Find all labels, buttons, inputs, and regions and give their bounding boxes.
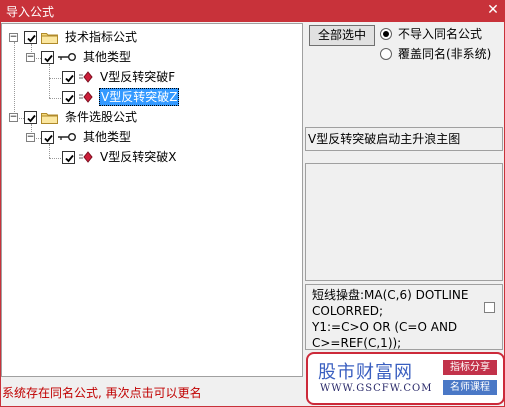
tree-line (49, 78, 61, 79)
checkbox-checked-icon[interactable] (62, 70, 75, 84)
code-line: COLORRED; (312, 304, 384, 318)
watermark-site-name: 股市财富网 (318, 362, 413, 383)
radio-label: 不导入同名公式 (398, 27, 483, 41)
tree-node-other-types[interactable]: − 其他类型 (26, 48, 132, 66)
tree-node-label: 其他类型 (83, 50, 132, 64)
tree-node-formula-z[interactable]: V型反转突破Z (62, 88, 180, 106)
folder-icon (41, 112, 58, 124)
tree-node-label-selected: V型反转突破Z (99, 88, 180, 106)
checkbox-checked-icon[interactable] (24, 30, 37, 44)
checkbox-checked-icon[interactable] (41, 50, 54, 64)
tree-node-label: 条件选股公式 (65, 110, 138, 124)
radio-skip-same-name[interactable]: 不导入同名公式 (380, 25, 482, 42)
watermark-url: WWW.GSCFW.COM (320, 383, 433, 394)
tree-line (49, 158, 61, 159)
expander-minus-icon[interactable]: − (9, 112, 18, 122)
tree-node-stock-selection[interactable]: − 条件选股公式 (9, 108, 138, 126)
expander-minus-icon[interactable]: − (9, 32, 18, 42)
tree-node-label: V型反转突破X (100, 150, 177, 164)
radio-overwrite-same-name[interactable]: 覆盖同名(非系统) (380, 45, 491, 62)
tree-line (49, 98, 61, 99)
tree-node-formula-f[interactable]: V型反转突破F (62, 68, 176, 86)
radio-button-checked[interactable] (380, 27, 392, 40)
radio-button[interactable] (380, 47, 392, 60)
window-title: 导入公式 (6, 5, 55, 19)
watermark-tag-courses: 名师课程 (443, 380, 497, 395)
watermark-banner: 股市财富网 WWW.GSCFW.COM 指标分享 名师课程 (306, 352, 505, 405)
tree-node-formula-x[interactable]: V型反转突破X (62, 148, 177, 166)
formula-code-panel[interactable]: 短线操盘:MA(C,6) DOTLINE COLORRED; Y1:=C>O O… (305, 284, 503, 350)
checkbox-checked-icon[interactable] (62, 150, 75, 164)
key-icon (58, 53, 76, 61)
tree-line (49, 64, 50, 98)
tree-node-label: 其他类型 (83, 130, 132, 144)
folder-icon (41, 32, 58, 44)
watermark-tag-indicators: 指标分享 (443, 360, 497, 375)
expander-minus-icon[interactable]: − (26, 52, 35, 62)
tree-line (14, 42, 15, 118)
key-icon (58, 133, 76, 141)
status-message: 系统存在同名公式, 再次点击可以更名 (2, 386, 202, 400)
formula-icon (79, 71, 93, 83)
formula-icon (79, 91, 93, 103)
select-all-button[interactable]: 全部选中 (309, 25, 375, 46)
code-line: 短线操盘:MA(C,6) DOTLINE (312, 288, 469, 302)
tree-node-other-types-2[interactable]: − 其他类型 (26, 128, 132, 146)
tree-node-tech-indicators[interactable]: − 技术指标公式 (9, 28, 138, 46)
tree-node-label: 技术指标公式 (65, 30, 138, 44)
formula-tree[interactable]: − 技术指标公式 − 其他类型 V型反转突破F V型反转突破Z − 条件选股公式… (1, 23, 303, 377)
formula-description: V型反转突破启动主升浪主图 (305, 127, 503, 151)
tree-node-label: V型反转突破F (100, 70, 176, 84)
checkbox-checked-icon[interactable] (62, 90, 75, 104)
expander-minus-icon[interactable]: − (26, 132, 35, 142)
code-option-checkbox[interactable] (484, 302, 495, 313)
tree-line (49, 144, 50, 158)
checkbox-checked-icon[interactable] (41, 130, 54, 144)
code-line: C>=REF(C,1)); (312, 336, 402, 350)
radio-label: 覆盖同名(非系统) (398, 47, 492, 61)
close-icon[interactable]: ✕ (485, 1, 501, 19)
formula-icon (79, 151, 93, 163)
preview-panel (305, 163, 503, 281)
title-bar: 导入公式 ✕ (0, 0, 505, 22)
checkbox-checked-icon[interactable] (24, 110, 37, 124)
code-line: Y1:=C>O OR (C=O AND (312, 320, 458, 334)
